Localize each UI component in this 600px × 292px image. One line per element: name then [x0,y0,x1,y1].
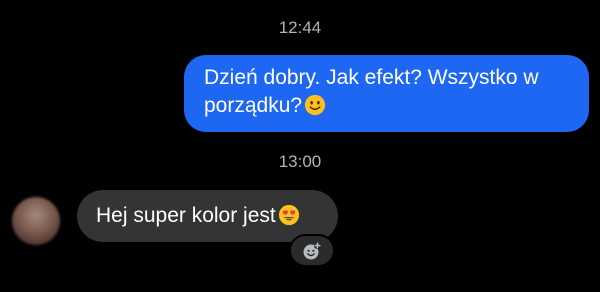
add-reaction-button[interactable] [289,234,335,267]
slightly-smiling-face-icon [304,94,326,116]
message-text: Dzień dobry. Jak efekt? Wszystko w porzą… [204,66,539,117]
contact-avatar[interactable] [12,197,60,245]
heart-eyes-emoji-icon [278,204,299,226]
message-text: Hej super kolor jest [96,204,276,227]
message-timestamp: 12:44 [278,18,322,37]
outgoing-message-bubble[interactable]: Dzień dobry. Jak efekt? Wszystko w porzą… [184,55,589,132]
message-timestamp: 13:00 [278,152,322,171]
add-reaction-icon [303,241,322,259]
